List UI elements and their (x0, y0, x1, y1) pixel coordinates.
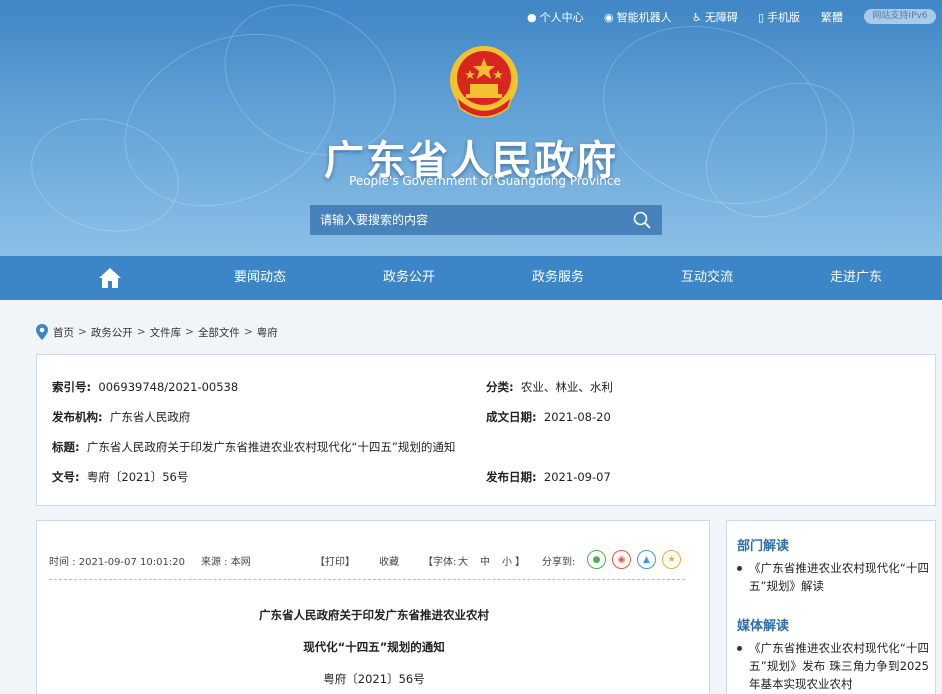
font-size-close: 】 (515, 557, 525, 568)
weibo-share-icon[interactable]: ◉ (612, 550, 631, 569)
site-header: ● 个人中心 ◉ 智能机器人 ♿ 无障碍 ▯ 手机版 繁體 网站支持IPv6 广… (0, 0, 942, 256)
search-input[interactable] (310, 205, 620, 235)
robot-icon: ◉ (604, 10, 614, 24)
nav-item-gov-affairs[interactable]: 政务公开 (354, 256, 464, 300)
ipv6-badge: 网站支持IPv6 (864, 9, 936, 24)
nav-item-news[interactable]: 要闻动态 (205, 256, 315, 300)
bullet-icon (737, 646, 742, 651)
accessibility-link[interactable]: ♿ 无障碍 (692, 9, 738, 25)
breadcrumb: 首页 > 政务公开 > 文件库 > 全部文件 > 粤府 (36, 324, 278, 340)
publish-date-row: 发布日期: 2021-09-07 (486, 470, 611, 484)
user-icon: ● (527, 10, 537, 24)
media-interpretation-heading: 媒体解读 (737, 619, 790, 634)
document-number-row: 文号: 粤府〔2021〕56号 (52, 470, 189, 484)
media-interpretation-link[interactable]: 《广东省推进农业农村现代化“十四五”规划》发布 珠三角力争到2025年基本实现农… (737, 639, 929, 693)
home-icon[interactable] (98, 267, 122, 289)
robot-link[interactable]: ◉ 智能机器人 (604, 9, 672, 25)
personal-center-link[interactable]: ● 个人中心 (527, 9, 584, 25)
traditional-chinese-link[interactable]: 繁體 (821, 9, 843, 25)
font-medium-button[interactable]: 中 (480, 553, 490, 568)
issuer-row: 发布机构: 广东省人民政府 (52, 410, 191, 424)
meta-divider (49, 579, 685, 580)
breadcrumb-all-files[interactable]: 全部文件 (198, 325, 240, 340)
article-time: 时间 : 2021-09-07 10:01:20 (49, 557, 185, 568)
article-title-line2: 现代化“十四五”规划的通知 (303, 640, 445, 654)
accessibility-icon: ♿ (692, 10, 702, 24)
title-row: 标题: 广东省人民政府关于印发广东省推进农业农村现代化“十四五”规划的通知 (52, 440, 456, 454)
font-size-label: 【字体: (423, 557, 457, 568)
breadcrumb-separator: > (185, 326, 194, 338)
created-date-row: 成文日期: 2021-08-20 (486, 410, 611, 424)
document-info-box: 索引号: 006939748/2021-00538 分类: 农业、林业、水利 发… (36, 354, 936, 506)
index-number-row: 索引号: 006939748/2021-00538 (52, 380, 239, 394)
print-button[interactable]: 【打印】 (315, 553, 355, 568)
share-label: 分享到: (542, 557, 576, 568)
site-subtitle: People's Government of Guangdong Provinc… (349, 174, 621, 188)
breadcrumb-separator: > (78, 326, 87, 338)
nav-item-guangdong[interactable]: 走进广东 (801, 256, 911, 300)
font-large-button[interactable]: 大 (458, 553, 468, 568)
breadcrumb-separator: > (243, 326, 253, 338)
favorite-button[interactable]: 收藏 (379, 553, 399, 568)
breadcrumb-gov-affairs[interactable]: 政务公开 (91, 325, 133, 340)
qzone-share-icon[interactable]: ★ (662, 550, 681, 569)
breadcrumb-file-library[interactable]: 文件库 (150, 325, 182, 340)
article-doc-number: 粤府〔2021〕56号 (323, 672, 425, 686)
mobile-icon: ▯ (758, 10, 765, 24)
top-utility-bar: ● 个人中心 ◉ 智能机器人 ♿ 无障碍 ▯ 手机版 繁體 网站支持IPv6 (0, 0, 942, 32)
qq-share-icon[interactable]: ▲ (637, 550, 656, 569)
search-bar (310, 205, 662, 235)
category-row: 分类: 农业、林业、水利 (486, 380, 613, 394)
article-source: 来源 : 本网 (201, 557, 251, 568)
nav-item-interaction[interactable]: 互动交流 (652, 256, 762, 300)
breadcrumb-separator: > (136, 326, 146, 338)
wechat-share-icon[interactable]: ● (587, 550, 606, 569)
nav-item-services[interactable]: 政务服务 (503, 256, 613, 300)
interpretation-sidebar: 部门解读 《广东省推进农业农村现代化“十四五”规划》解读 媒体解读 《广东省推进… (726, 520, 936, 694)
mobile-link[interactable]: ▯ 手机版 (758, 9, 800, 25)
national-emblem-icon (450, 46, 518, 118)
dept-interpretation-link[interactable]: 《广东省推进农业农村现代化“十四五”规划》解读 (737, 559, 929, 595)
breadcrumb-yuefu[interactable]: 粤府 (257, 325, 278, 340)
article-panel: 时间 : 2021-09-07 10:01:20 来源 : 本网 【打印】 收藏… (36, 520, 710, 694)
article-title-line1: 广东省人民政府关于印发广东省推进农业农村 (259, 608, 489, 622)
font-small-button[interactable]: 小 (502, 553, 512, 568)
breadcrumb-home[interactable]: 首页 (53, 325, 74, 340)
dept-interpretation-heading: 部门解读 (737, 539, 790, 554)
location-pin-icon (36, 324, 48, 340)
bullet-icon (737, 566, 742, 571)
main-nav: 要闻动态 政务公开 政务服务 互动交流 走进广东 (0, 256, 942, 300)
search-icon[interactable] (632, 210, 652, 230)
